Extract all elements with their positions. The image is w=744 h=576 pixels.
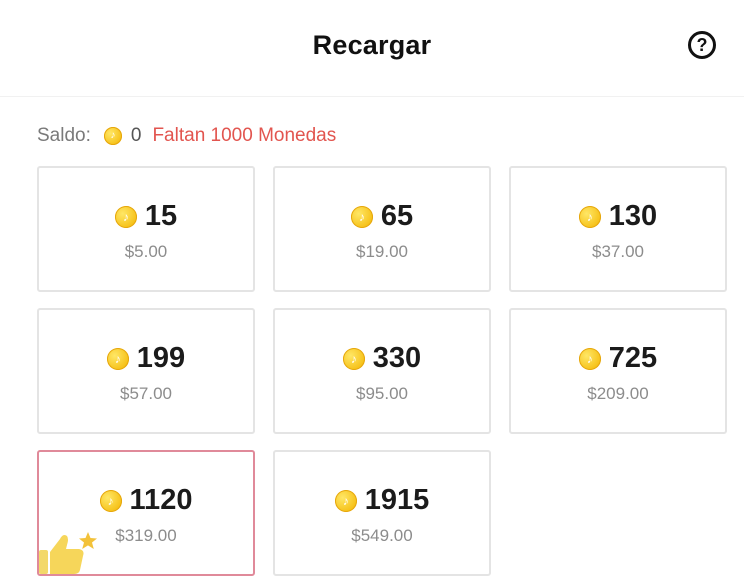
package-coins: 1120: [129, 484, 193, 516]
package-price: $549.00: [351, 526, 413, 545]
balance-amount: 0: [130, 125, 142, 146]
coin-icon: ♪: [350, 205, 373, 228]
missing-coins-text: Faltan 1000 Monedas: [152, 125, 337, 146]
coin-icon: ♪: [342, 347, 365, 370]
package-card-65[interactable]: ♪ 65 $19.00: [273, 166, 491, 292]
balance-label: Saldo:: [37, 125, 91, 146]
coin-icon: ♪: [334, 489, 357, 512]
page-title: Recargar: [312, 30, 432, 60]
package-card-1120[interactable]: ♪ 1120 $319.00: [37, 450, 255, 576]
package-card-725[interactable]: ♪ 725 $209.00: [509, 308, 727, 434]
coin-icon: ♪: [106, 347, 129, 370]
package-coins: 65: [380, 200, 414, 232]
package-card-199[interactable]: ♪ 199 $57.00: [37, 308, 255, 434]
package-coins: 199: [136, 342, 186, 374]
coin-icon: ♪: [99, 489, 122, 512]
package-price: $5.00: [124, 242, 168, 261]
package-card-15[interactable]: ♪ 15 $5.00: [37, 166, 255, 292]
top-bar: Recargar ?: [0, 0, 744, 97]
package-card-330[interactable]: ♪ 330 $95.00: [273, 308, 491, 434]
package-price: $95.00: [356, 384, 408, 403]
package-coins: 725: [608, 342, 658, 374]
package-card-1915[interactable]: ♪ 1915 $549.00: [273, 450, 491, 576]
coin-icon: ♪: [103, 127, 122, 145]
balance-row: Saldo: ♪ 0 Faltan 1000 Monedas: [37, 124, 336, 148]
thumbs-up-star-icon: [39, 532, 97, 574]
package-coins: 130: [608, 200, 658, 232]
package-price: $209.00: [587, 384, 649, 403]
package-coins: 330: [372, 342, 422, 374]
package-coins: 1915: [364, 484, 430, 516]
coin-icon: ♪: [578, 347, 601, 370]
package-price: $57.00: [120, 384, 172, 403]
coin-icon: ♪: [578, 205, 601, 228]
package-card-130[interactable]: ♪ 130 $37.00: [509, 166, 727, 292]
question-circle-icon[interactable]: ?: [688, 31, 716, 59]
coin-icon: ♪: [114, 205, 137, 228]
package-price: $37.00: [592, 242, 644, 261]
package-price: $19.00: [356, 242, 408, 261]
package-coins: 15: [144, 200, 178, 232]
